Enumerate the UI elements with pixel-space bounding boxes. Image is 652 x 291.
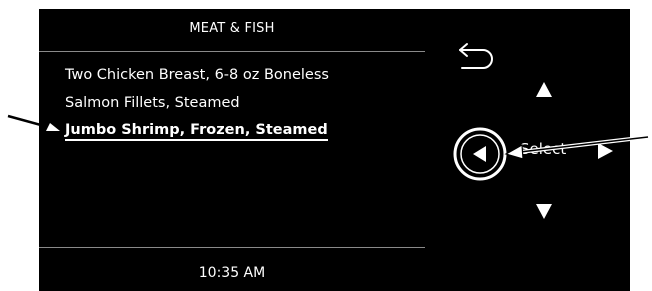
screen-title: MEAT & FISH [189, 21, 275, 36]
right-arrow-icon[interactable] [596, 142, 614, 160]
menu-screen: MEAT & FISH Two Chicken Breast, 6-8 oz B… [39, 9, 425, 291]
down-arrow-icon[interactable] [535, 202, 553, 220]
menu-item-shrimp[interactable]: Jumbo Shrimp, Frozen, Steamed [65, 122, 328, 141]
up-arrow-icon[interactable] [535, 81, 553, 99]
back-arrow-icon[interactable] [456, 38, 496, 70]
select-label: Select [520, 140, 567, 158]
clock: 10:35 AM [198, 265, 266, 281]
triangle-left-icon [473, 146, 486, 162]
menu-item-chicken[interactable]: Two Chicken Breast, 6-8 oz Boneless [65, 67, 329, 83]
menu-item-salmon[interactable]: Salmon Fillets, Steamed [65, 95, 240, 111]
bottom-divider [39, 247, 425, 248]
top-divider [39, 51, 425, 52]
left-arrow-button[interactable] [452, 126, 508, 182]
